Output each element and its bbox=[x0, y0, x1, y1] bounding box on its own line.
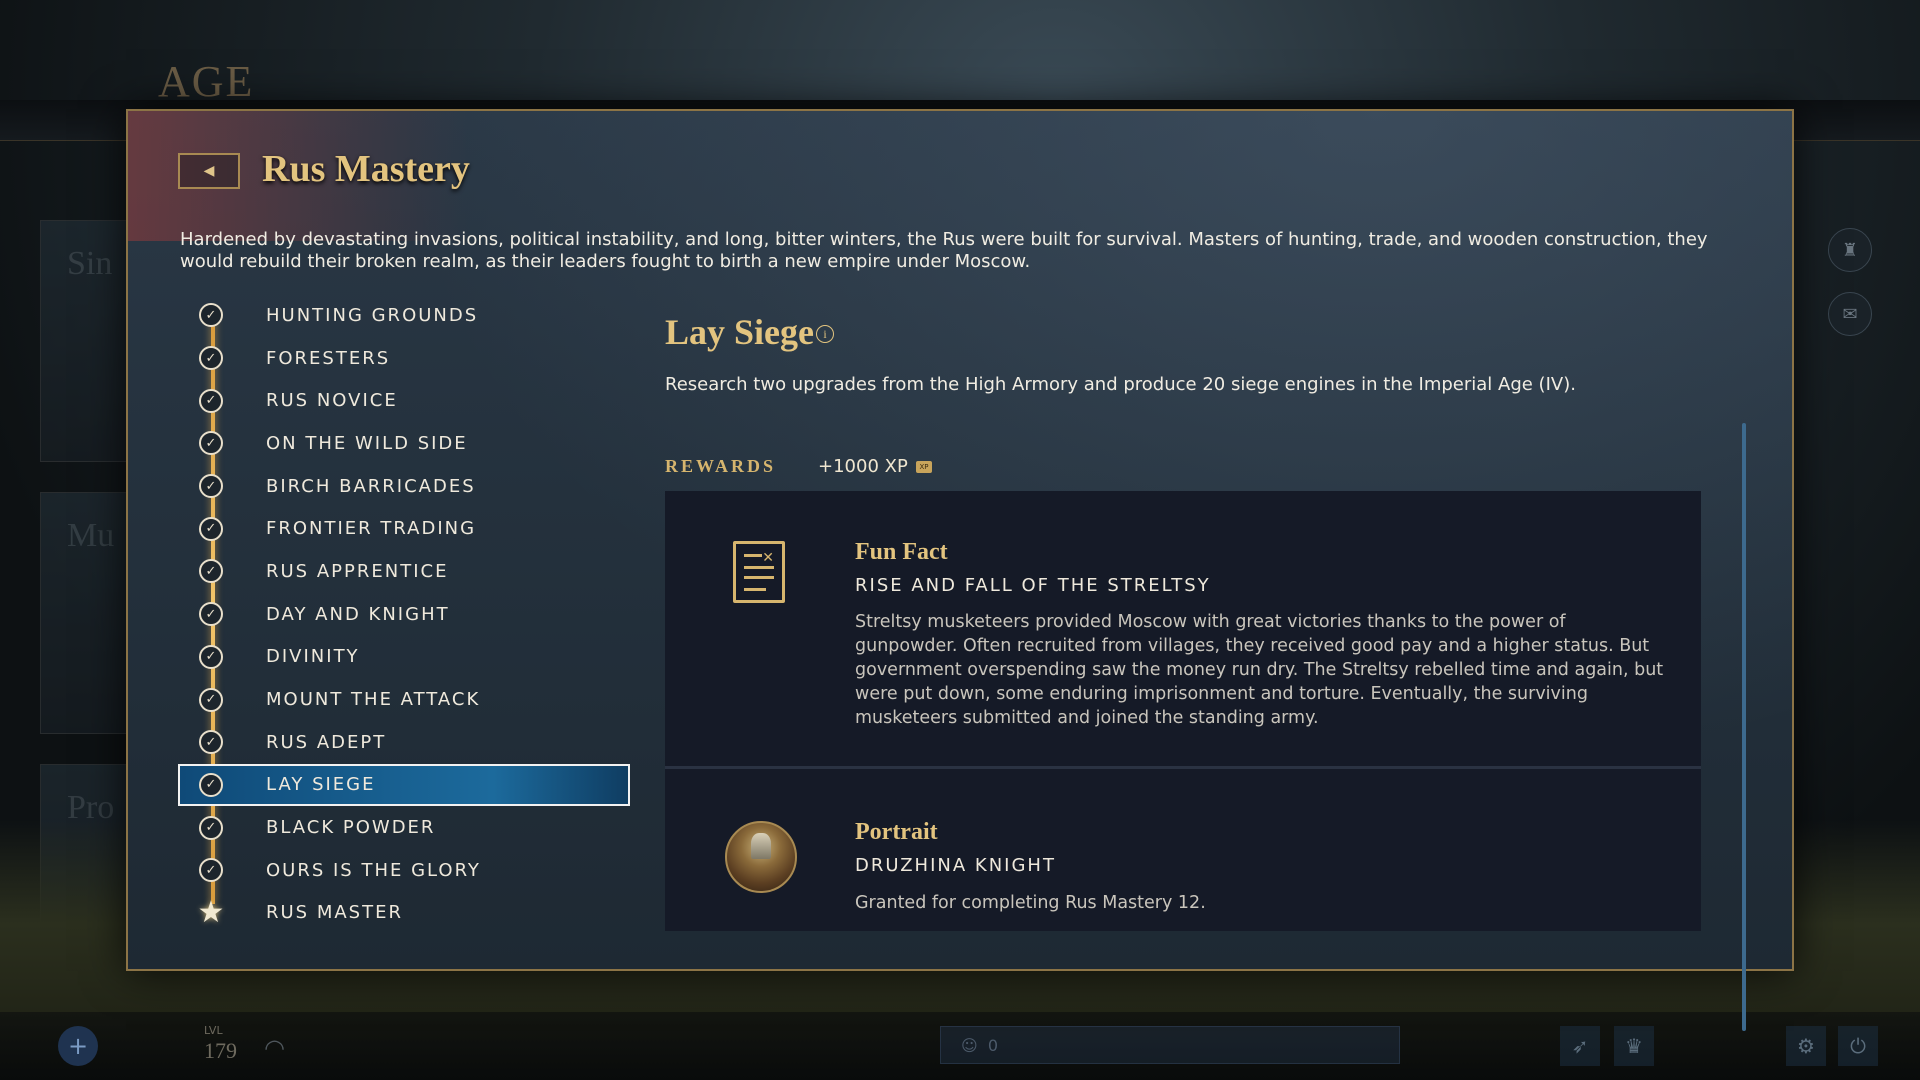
check-icon: ✓ bbox=[199, 730, 223, 755]
reward-body: Streltsy musketeers provided Moscow with… bbox=[855, 612, 1664, 728]
settings-icon: ⚙ bbox=[1786, 1026, 1826, 1066]
page-title: Rus Mastery bbox=[262, 148, 470, 190]
mastery-item[interactable]: ✓ DAY AND KNIGHT bbox=[180, 593, 630, 636]
reward-card-portrait: Portrait DRUZHINA KNIGHT Granted for com… bbox=[665, 769, 1701, 931]
mastery-item[interactable]: ✓ DIVINITY bbox=[180, 636, 630, 679]
mastery-item[interactable]: ✓ MOUNT THE ATTACK bbox=[180, 678, 630, 721]
check-icon: ✓ bbox=[199, 858, 223, 883]
check-icon: ✓ bbox=[199, 687, 223, 712]
reward-subtitle: RISE AND FALL OF THE STRELTSY bbox=[855, 575, 1211, 596]
connection-icon: ◠ bbox=[264, 1034, 285, 1062]
rewards-label: REWARDS bbox=[665, 456, 777, 476]
game-logo: AGE bbox=[158, 57, 255, 106]
mastery-item[interactable]: ✓ BIRCH BARRICADES bbox=[180, 465, 630, 508]
castle-icon: ♜ bbox=[1828, 228, 1872, 272]
mastery-item-selected[interactable]: ✓ LAY SIEGE bbox=[178, 763, 630, 807]
mastery-item[interactable]: ✓ FRONTIER TRADING bbox=[180, 507, 630, 550]
check-icon: ✓ bbox=[199, 602, 223, 627]
level-value: 179 bbox=[204, 1038, 237, 1063]
back-button[interactable]: ◀ bbox=[178, 153, 240, 189]
xp-icon: XP bbox=[916, 461, 932, 473]
check-icon: ✓ bbox=[199, 815, 223, 840]
mastery-item[interactable]: ✓ FORESTERS bbox=[180, 337, 630, 380]
crown-icon: ♛ bbox=[1614, 1026, 1654, 1066]
mastery-item[interactable]: ✓ HUNTING GROUNDS bbox=[180, 294, 630, 337]
scroll-icon: ✉ bbox=[1828, 292, 1872, 336]
mastery-item[interactable]: ✓ RUS NOVICE bbox=[180, 379, 630, 422]
civ-description: Hardened by devastating invasions, polit… bbox=[180, 229, 1708, 272]
reward-title: Portrait bbox=[855, 819, 938, 845]
info-icon[interactable]: i bbox=[816, 325, 834, 343]
chat-bar: ☺ 0 bbox=[940, 1026, 1400, 1064]
check-icon: ✓ bbox=[199, 644, 223, 669]
detail-description: Research two upgrades from the High Armo… bbox=[665, 374, 1576, 395]
reward-body: Granted for completing Rus Mastery 12. bbox=[855, 893, 1206, 913]
check-icon: ✓ bbox=[199, 431, 223, 456]
reward-card-fun-fact: ✕ Fun Fact RISE AND FALL OF THE STRELTSY… bbox=[665, 491, 1701, 769]
reward-subtitle: DRUZHINA KNIGHT bbox=[855, 855, 1056, 876]
horn-icon: ➶ bbox=[1560, 1026, 1600, 1066]
level-label: LVL bbox=[204, 1024, 223, 1037]
chevron-left-icon: ◀ bbox=[203, 163, 215, 179]
check-icon: ✓ bbox=[199, 346, 223, 371]
user-icon: ☺ bbox=[961, 1035, 978, 1055]
reward-title: Fun Fact bbox=[855, 539, 948, 565]
rewards-scroll-area[interactable]: ✕ Fun Fact RISE AND FALL OF THE STRELTSY… bbox=[665, 491, 1701, 931]
star-laurel-icon: ★ bbox=[197, 895, 225, 931]
check-icon: ✓ bbox=[199, 388, 223, 413]
mastery-item-final[interactable]: ★ RUS MASTER bbox=[180, 892, 630, 935]
bottom-bar: + LVL 179 ◠ ☺ 0 ➶ ♛ ⚙ ⏻ bbox=[0, 1012, 1920, 1080]
mastery-item[interactable]: ✓ OURS IS THE GLORY bbox=[180, 849, 630, 892]
reward-xp: +1000 XP bbox=[818, 456, 908, 477]
mastery-item[interactable]: ✓ BLACK POWDER bbox=[180, 806, 630, 849]
mastery-modal: ◀ Rus Mastery Hardened by devastating in… bbox=[126, 109, 1794, 1031]
mastery-item[interactable]: ✓ ON THE WILD SIDE bbox=[180, 422, 630, 465]
power-icon: ⏻ bbox=[1838, 1026, 1878, 1066]
mastery-item[interactable]: ✓ RUS ADEPT bbox=[180, 721, 630, 764]
scrollbar[interactable] bbox=[1742, 423, 1746, 1031]
check-icon: ✓ bbox=[199, 772, 223, 797]
check-icon: ✓ bbox=[199, 559, 223, 584]
document-icon: ✕ bbox=[733, 541, 785, 603]
add-friend-icon: + bbox=[58, 1026, 98, 1066]
detail-title: Lay Siege bbox=[665, 312, 814, 352]
mastery-list: ✓ HUNTING GROUNDS ✓ FORESTERS ✓ RUS NOVICE … bbox=[178, 294, 630, 935]
knight-portrait-image bbox=[725, 821, 797, 893]
check-icon: ✓ bbox=[199, 516, 223, 541]
mastery-item[interactable]: ✓ RUS APPRENTICE bbox=[180, 550, 630, 593]
background-right-icons: ♜ ✉ bbox=[1828, 228, 1872, 356]
check-icon: ✓ bbox=[199, 303, 223, 328]
check-icon: ✓ bbox=[199, 474, 223, 499]
